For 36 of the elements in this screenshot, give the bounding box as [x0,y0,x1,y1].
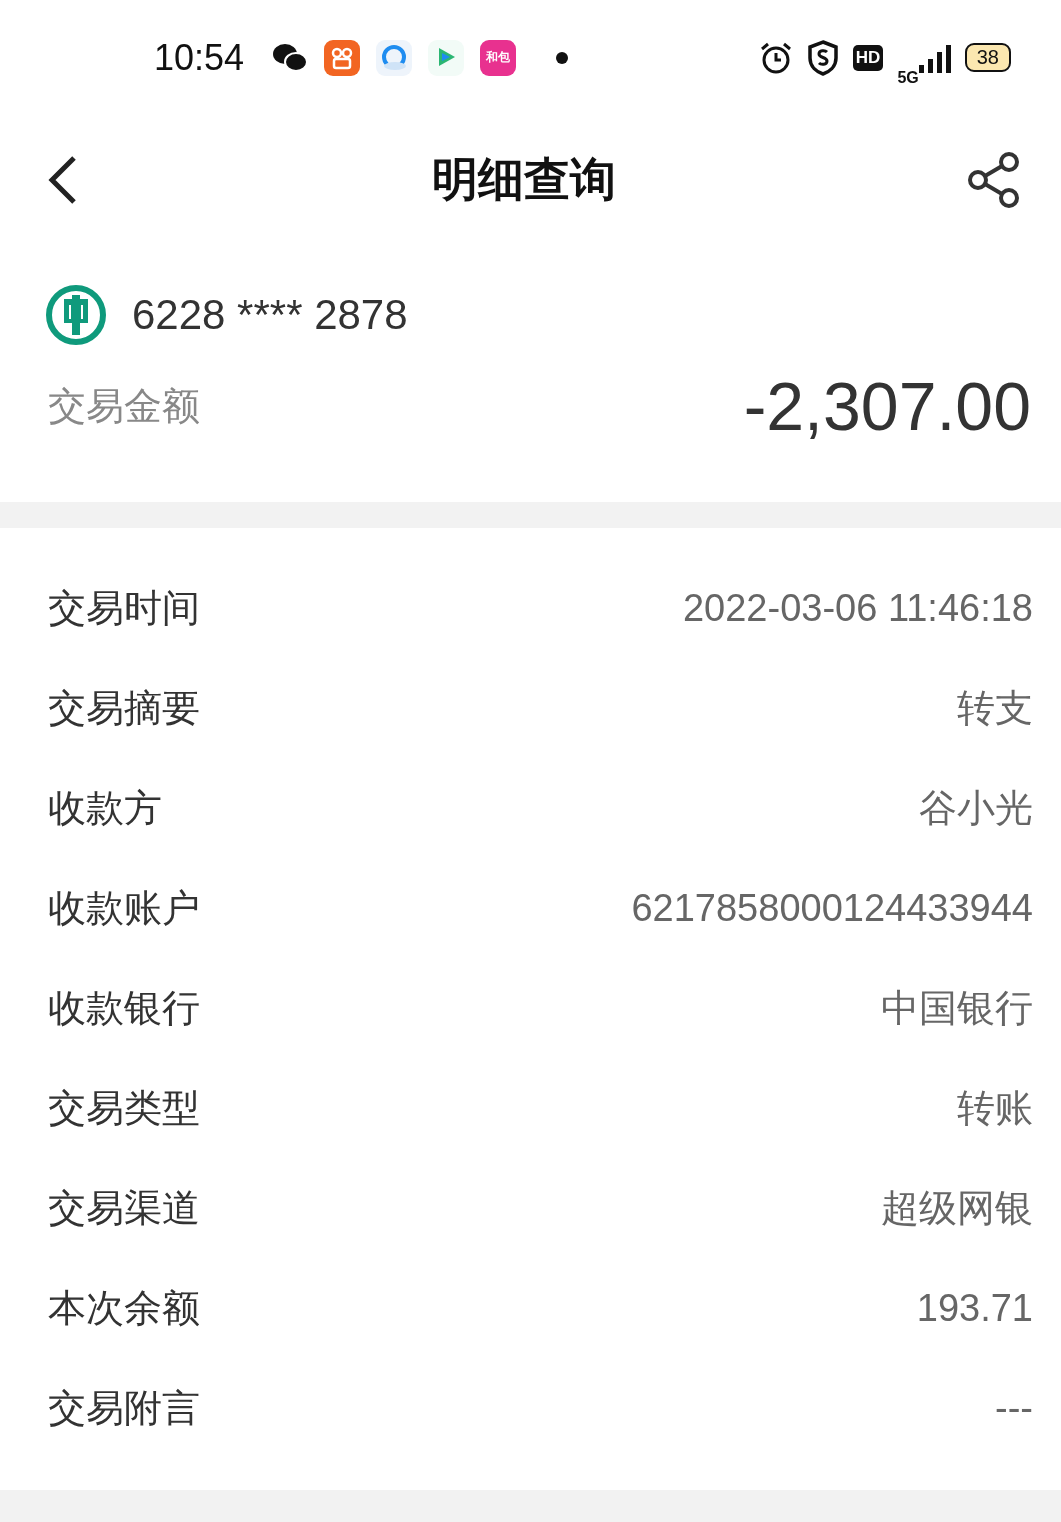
detail-label: 收款账户 [48,884,200,932]
detail-value: 转账 [957,1085,1033,1131]
alarm-icon [758,40,793,75]
detail-value: 193.71 [916,1286,1033,1330]
detail-value: 转支 [957,685,1033,731]
detail-label: 本次余额 [48,1284,200,1332]
detail-value: 6217858000124433944 [631,886,1033,930]
bank-logo-icon [46,285,106,345]
detail-label: 交易时间 [48,584,200,632]
notification-dot-icon [556,51,569,64]
app-icon [376,39,413,76]
detail-label: 交易摘要 [48,684,200,732]
detail-label: 交易附言 [48,1384,200,1432]
signal-icon [918,42,951,73]
app-badge: 和包 [480,39,517,76]
detail-label: 交易渠道 [48,1184,200,1232]
hd-indicator: HD [852,44,884,71]
account-number: 6228 **** 2878 [132,291,408,339]
detail-label: 收款方 [48,784,162,832]
battery-indicator: 38 [964,43,1011,72]
detail-value: 谷小光 [919,785,1033,831]
share-button[interactable] [967,151,1021,209]
network-label: 5G [897,68,919,87]
detail-label: 交易类型 [48,1084,200,1132]
detail-value: 2022-03-06 11:46:18 [682,586,1033,630]
detail-label: 收款银行 [48,984,200,1032]
detail-value: --- [995,1386,1033,1430]
status-time: 10:54 [154,36,245,79]
shield-icon [806,39,839,76]
app-icon [324,39,361,76]
amount-value: -2,307.00 [743,367,1031,445]
app-icon [428,39,465,76]
page-title: 明细查询 [431,151,616,208]
amount-label: 交易金额 [48,382,200,430]
detail-value: 中国银行 [881,985,1033,1031]
detail-value: 超级网银 [881,1185,1033,1231]
